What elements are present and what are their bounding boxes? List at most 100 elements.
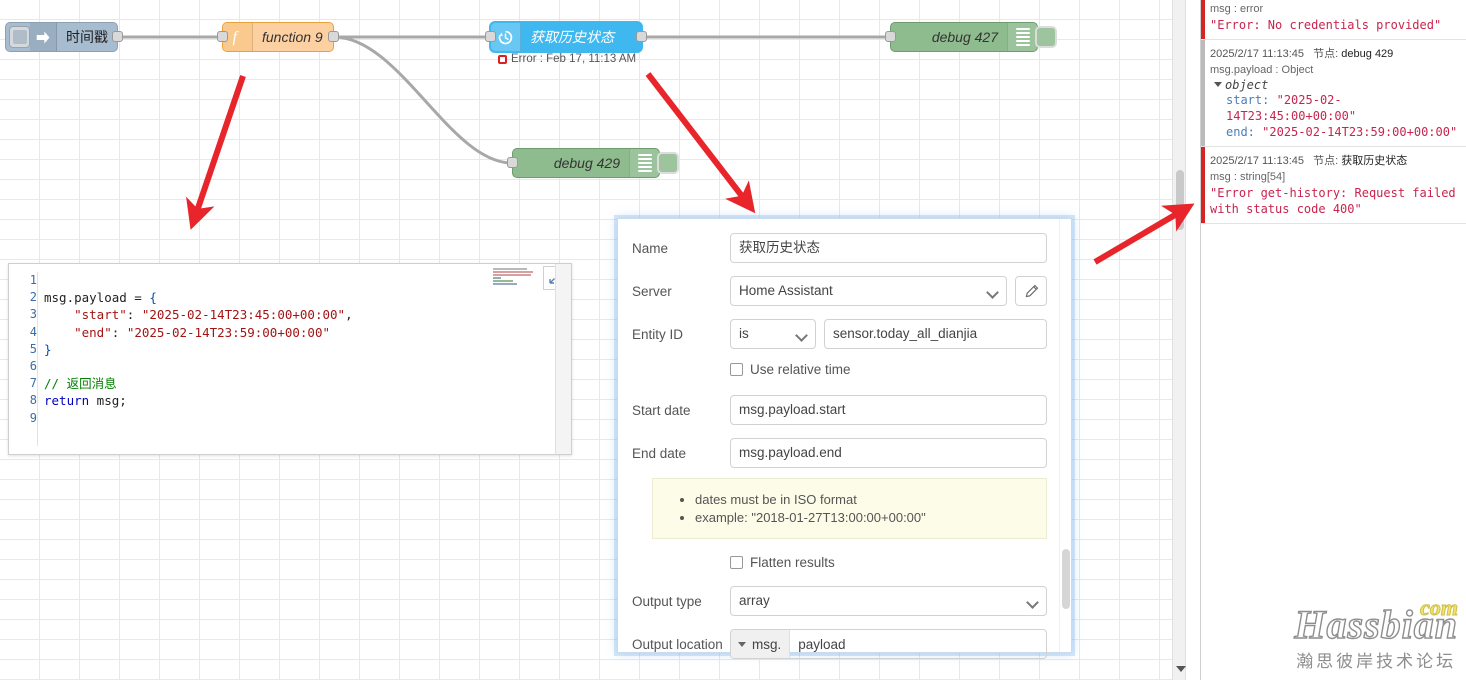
- node-debug-429[interactable]: debug 429: [507, 148, 679, 178]
- entity-match-select[interactable]: is: [730, 319, 816, 349]
- output-type-select-wrap[interactable]: array: [730, 586, 1047, 616]
- node-debug-427[interactable]: debug 427: [885, 22, 1057, 52]
- inject-arrow-icon: [30, 23, 57, 51]
- output-location-input[interactable]: payload: [790, 630, 1046, 658]
- error-square-icon: [498, 54, 507, 64]
- code-line: }: [44, 341, 52, 357]
- debug-object-toggle[interactable]: object: [1214, 78, 1460, 92]
- field-row-name: Name 获取历史状态: [632, 233, 1047, 263]
- caret-down-icon: [738, 641, 746, 647]
- entity-id-label: Entity ID: [632, 326, 684, 342]
- tip-item: example: "2018-01-27T13:00:00+00:00": [695, 510, 1036, 525]
- debug-node-name[interactable]: debug 429: [1341, 48, 1393, 60]
- server-select[interactable]: Home Assistant: [730, 276, 1007, 306]
- name-label: Name: [632, 240, 669, 256]
- node-get-history[interactable]: 获取历史状态: [485, 21, 647, 53]
- code-minimap[interactable]: [493, 267, 537, 289]
- output-type-select[interactable]: array: [730, 586, 1047, 616]
- debug-body: "Error: No credentials provided": [1210, 18, 1442, 32]
- start-date-label: Start date: [632, 402, 691, 418]
- server-select-wrap[interactable]: Home Assistant: [730, 276, 1007, 306]
- line-number: 3: [29, 307, 37, 322]
- node-debug-427-label: debug 427: [931, 29, 998, 45]
- code-line: "end": "2025-02-14T23:59:00+00:00": [74, 324, 331, 340]
- use-relative-time-row[interactable]: Use relative time: [730, 362, 1047, 377]
- properties-form: Name 获取历史状态 Server Home Assistant Entity…: [618, 219, 1059, 659]
- output-type-label: Output type: [632, 593, 702, 609]
- code-line: "start": "2025-02-14T23:45:00+00:00",: [74, 307, 353, 323]
- properties-scrollbar[interactable]: [1059, 219, 1071, 652]
- svg-text:f: f: [233, 29, 240, 46]
- output-location-field[interactable]: msg. payload: [730, 629, 1047, 659]
- code-line: msg.payload = {: [44, 290, 157, 306]
- flatten-results-label: Flatten results: [750, 555, 835, 570]
- end-date-input[interactable]: msg.payload.end: [730, 438, 1047, 468]
- debug-object-row: start: "2025-02-14T23:45:00+00:00": [1226, 92, 1460, 124]
- debug-message[interactable]: msg : error "Error: No credentials provi…: [1201, 0, 1466, 40]
- debug-message[interactable]: 2025/2/17 11:13:45 节点: debug 429 msg.pay…: [1201, 40, 1466, 147]
- debug-timestamp: 2025/2/17 11:13:45: [1210, 155, 1304, 167]
- debug-sidebar[interactable]: msg : error "Error: No credentials provi…: [1200, 0, 1466, 680]
- properties-scrollbar-thumb[interactable]: [1062, 549, 1070, 609]
- canvas-vertical-scrollbar[interactable]: [1172, 0, 1186, 680]
- field-row-end-date: End date msg.payload.end: [632, 438, 1047, 468]
- tip-item: dates must be in ISO format: [695, 492, 1036, 507]
- name-input[interactable]: 获取历史状态: [730, 233, 1047, 263]
- field-row-output-type: Output type array: [632, 586, 1047, 616]
- line-number: 7: [29, 376, 37, 391]
- node-status-text: Error : Feb 17, 11:13 AM: [511, 53, 637, 65]
- node-red-editor: 时间戳 f function 9 获取历史状态 Error: Feb 17, …: [0, 0, 1466, 680]
- flow-canvas[interactable]: 时间戳 f function 9 获取历史状态 Error: Feb 17, …: [0, 0, 1180, 680]
- node-debug-427-input-port[interactable]: [885, 31, 896, 42]
- node-function-input-port[interactable]: [217, 31, 228, 42]
- debug-node-name[interactable]: 获取历史状态: [1341, 155, 1407, 167]
- node-get-history-output-port[interactable]: [636, 31, 647, 42]
- debug-topic: msg : error: [1210, 3, 1264, 15]
- debug-429-enable-toggle[interactable]: [657, 152, 679, 174]
- debug-severity-bar: [1201, 147, 1205, 223]
- line-number: 1: [29, 273, 37, 287]
- output-location-label: Output location: [632, 636, 723, 652]
- node-function-output-port[interactable]: [328, 31, 339, 42]
- code-text-area[interactable]: msg.payload = { "start": "2025-02-14T23:…: [37, 272, 553, 446]
- function-code-editor[interactable]: 1 2 3 4 5 6 7 8 9 msg.payload = { "start…: [8, 263, 572, 455]
- output-location-type-button[interactable]: msg.: [731, 630, 791, 658]
- debug-lines-icon: [1007, 23, 1037, 51]
- node-get-history-input-port[interactable]: [485, 31, 496, 42]
- node-debug-429-label: debug 429: [553, 155, 620, 171]
- debug-object-key: start:: [1226, 93, 1270, 107]
- node-function-label: function 9: [262, 29, 323, 45]
- debug-object-key: end:: [1226, 125, 1255, 139]
- flatten-results-checkbox[interactable]: [730, 556, 743, 569]
- debug-object-row: end: "2025-02-14T23:59:00+00:00": [1226, 124, 1460, 140]
- code-editor-scrollbar[interactable]: [555, 264, 571, 454]
- node-properties-dialog[interactable]: Name 获取历史状态 Server Home Assistant Entity…: [617, 218, 1072, 659]
- debug-message[interactable]: 2025/2/17 11:13:45 节点: 获取历史状态 msg : stri…: [1201, 147, 1466, 224]
- chevron-down-icon[interactable]: [1176, 666, 1186, 672]
- node-inject-output-port[interactable]: [112, 31, 123, 42]
- field-row-server: Server Home Assistant: [632, 276, 1047, 306]
- date-format-tips: dates must be in ISO format example: "20…: [652, 478, 1047, 539]
- line-number: 4: [29, 324, 37, 339]
- node-get-history-label: 获取历史状态: [530, 29, 614, 45]
- caret-down-icon: [1214, 82, 1222, 87]
- pencil-icon[interactable]: [1015, 276, 1047, 306]
- code-line: return msg;: [44, 393, 127, 409]
- canvas-scrollbar-thumb[interactable]: [1176, 170, 1184, 230]
- use-relative-time-checkbox[interactable]: [730, 363, 743, 376]
- start-date-input[interactable]: msg.payload.start: [730, 395, 1047, 425]
- node-function[interactable]: f function 9: [217, 22, 339, 52]
- debug-severity-bar: [1201, 40, 1205, 146]
- flatten-results-row[interactable]: Flatten results: [730, 555, 1047, 570]
- code-line-numbers: 1 2 3 4 5 6 7 8 9: [9, 272, 37, 427]
- debug-node-prefix: 节点:: [1313, 48, 1339, 60]
- debug-topic: msg.payload : Object: [1210, 64, 1314, 76]
- entity-id-input[interactable]: sensor.today_all_dianjia: [824, 319, 1047, 349]
- debug-427-enable-toggle[interactable]: [1035, 26, 1057, 48]
- inject-button[interactable]: [9, 26, 31, 48]
- node-debug-429-input-port[interactable]: [507, 157, 518, 168]
- node-inject[interactable]: 时间戳: [5, 22, 123, 52]
- entity-match-select-wrap[interactable]: is: [730, 319, 816, 349]
